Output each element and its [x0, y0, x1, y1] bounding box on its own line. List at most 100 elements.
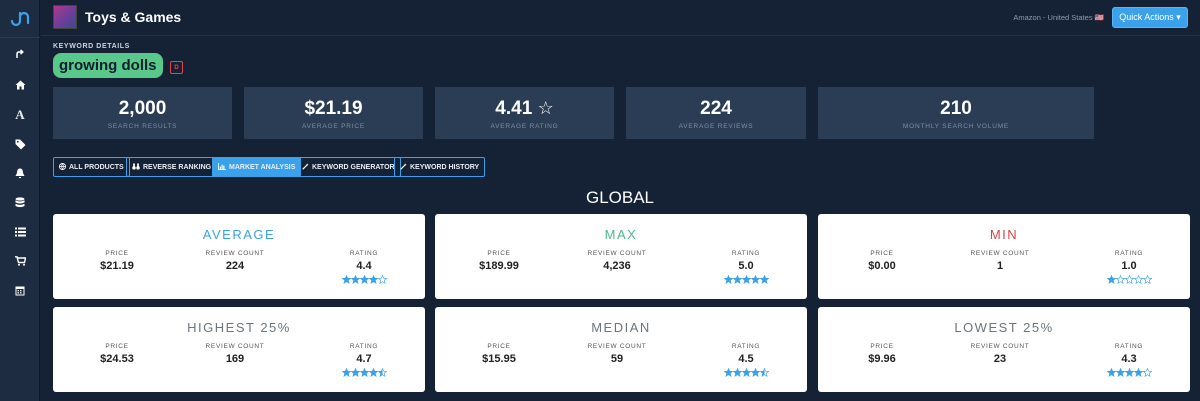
- card-rating-column: RATING 5.0: [710, 250, 782, 284]
- card-reviews-column: REVIEW COUNT 59: [577, 343, 657, 365]
- stat-label: SEARCH RESULTS: [107, 123, 178, 130]
- card-title: MAX: [604, 227, 638, 242]
- stat-value: $21.19: [304, 98, 363, 119]
- card-title: MEDIAN: [591, 320, 651, 335]
- card-rating-column: RATING 1.0: [1093, 250, 1165, 284]
- tab-label: REVERSE RANKING: [143, 163, 212, 171]
- quick-actions-button[interactable]: Quick Actions ▾: [1112, 7, 1188, 28]
- column-value: $21.19: [100, 260, 134, 272]
- card-title: MIN: [989, 227, 1019, 242]
- column-label: RATING: [731, 250, 761, 257]
- star-filled-icon: [350, 368, 360, 377]
- star-filled-icon: [359, 275, 369, 284]
- marketplace-label: Amazon - United States 🇺🇸: [1013, 13, 1104, 22]
- column-label: REVIEW COUNT: [970, 250, 1030, 257]
- tab-keyword-generator[interactable]: KEYWORD GENERATOR: [296, 157, 401, 177]
- tags-icon[interactable]: [0, 134, 40, 154]
- column-value: 1: [996, 260, 1004, 272]
- column-label: REVIEW COUNT: [205, 343, 265, 350]
- share-icon[interactable]: [0, 44, 40, 64]
- binoculars-icon: [132, 162, 140, 172]
- column-value: $15.95: [482, 353, 516, 365]
- tab-keyword-history[interactable]: KEYWORD HISTORY: [394, 157, 486, 177]
- column-label: PRICE: [487, 250, 511, 257]
- column-label: RATING: [1114, 343, 1144, 350]
- column-label: PRICE: [105, 250, 129, 257]
- wand-icon: [400, 162, 407, 172]
- card-rating-column: RATING 4.4: [328, 250, 400, 284]
- star-filled-icon: [1106, 275, 1116, 284]
- card-price-column: PRICE $189.99: [463, 250, 535, 272]
- tab-all-products[interactable]: ALL PRODUCTS: [53, 157, 130, 177]
- tab-label: KEYWORD HISTORY: [410, 163, 480, 171]
- column-label: PRICE: [870, 250, 894, 257]
- calendar-icon[interactable]: [0, 280, 40, 300]
- column-value: 5.0: [738, 260, 754, 272]
- star-filled-icon: [741, 368, 751, 377]
- bar-chart-icon: [218, 162, 226, 172]
- column-value: 4.4: [356, 260, 372, 272]
- card-title: AVERAGE: [202, 227, 276, 242]
- tab-reverse-ranking[interactable]: REVERSE RANKING: [126, 157, 218, 177]
- tab-market-analysis[interactable]: MARKET ANALYSIS: [212, 157, 302, 177]
- stat-average-price: $21.19 AVERAGE PRICE: [244, 87, 423, 139]
- category-thumbnail: [53, 5, 77, 29]
- stat-search-results: 2,000 SEARCH RESULTS: [53, 87, 232, 139]
- stat-average-rating: 4.41 ☆ AVERAGE RATING: [435, 87, 614, 139]
- logo-icon[interactable]: [0, 0, 40, 38]
- column-label: REVIEW COUNT: [587, 343, 647, 350]
- stat-label: AVERAGE PRICE: [301, 123, 365, 130]
- card-reviews-column: REVIEW COUNT 169: [195, 343, 275, 365]
- star-filled-icon: [341, 368, 351, 377]
- card-reviews-column: REVIEW COUNT 224: [195, 250, 275, 272]
- star-empty-icon: [1124, 275, 1134, 284]
- keyword-pill: growing dolls: [53, 53, 163, 78]
- star-empty-icon: [1142, 368, 1152, 377]
- column-value: $189.99: [479, 260, 519, 272]
- card-reviews-column: REVIEW COUNT 1: [960, 250, 1040, 272]
- column-label: REVIEW COUNT: [205, 250, 265, 257]
- column-label: PRICE: [870, 343, 894, 350]
- card-price-column: PRICE $24.53: [81, 343, 153, 365]
- column-value: 59: [610, 353, 624, 365]
- list-icon[interactable]: [0, 222, 40, 242]
- tab-label: MARKET ANALYSIS: [229, 163, 296, 171]
- column-value: 1.0: [1121, 260, 1137, 272]
- stat-value: 224: [700, 98, 732, 119]
- cart-icon[interactable]: [0, 251, 40, 271]
- star-filled-icon: [1106, 368, 1116, 377]
- stat-label: AVERAGE REVIEWS: [678, 123, 754, 130]
- star-empty-icon: [377, 275, 387, 284]
- card-rating-column: RATING 4.7: [328, 343, 400, 377]
- star-rating: [1093, 275, 1165, 284]
- top-header: Toys & Games Amazon - United States 🇺🇸 Q…: [41, 0, 1200, 36]
- bell-icon[interactable]: [0, 163, 40, 183]
- card-reviews-column: REVIEW COUNT 4,236: [577, 250, 657, 272]
- card-lowest-25: LOWEST 25% PRICE $9.96 REVIEW COUNT 23 RATING…: [818, 307, 1190, 392]
- star-filled-icon: [1124, 368, 1134, 377]
- star-empty-icon: [1133, 275, 1143, 284]
- star-rating: [328, 368, 400, 377]
- card-title: HIGHEST 25%: [187, 320, 291, 335]
- star-empty-icon: [1142, 275, 1152, 284]
- star-filled-icon: [359, 368, 369, 377]
- card-reviews-column: REVIEW COUNT 23: [960, 343, 1040, 365]
- star-filled-icon: [341, 275, 351, 284]
- keyword-details-label: KEYWORD DETAILS: [53, 43, 130, 50]
- column-value: 4.3: [1121, 353, 1137, 365]
- column-label: RATING: [731, 343, 761, 350]
- star-filled-icon: [1133, 368, 1143, 377]
- star-rating: [710, 368, 782, 377]
- column-label: RATING: [349, 343, 379, 350]
- home-icon[interactable]: [0, 75, 40, 95]
- stat-monthly-search-volume: 210 MONTHLY SEARCH VOLUME: [818, 87, 1094, 139]
- star-filled-icon: [368, 368, 378, 377]
- column-value: 4.5: [738, 353, 754, 365]
- font-icon[interactable]: A: [0, 105, 40, 125]
- stat-value: 2,000: [118, 98, 167, 119]
- star-filled-icon: [723, 275, 733, 284]
- column-label: PRICE: [487, 343, 511, 350]
- global-heading: GLOBAL: [585, 188, 655, 207]
- star-rating: [328, 275, 400, 284]
- globe-icon: [59, 162, 66, 172]
